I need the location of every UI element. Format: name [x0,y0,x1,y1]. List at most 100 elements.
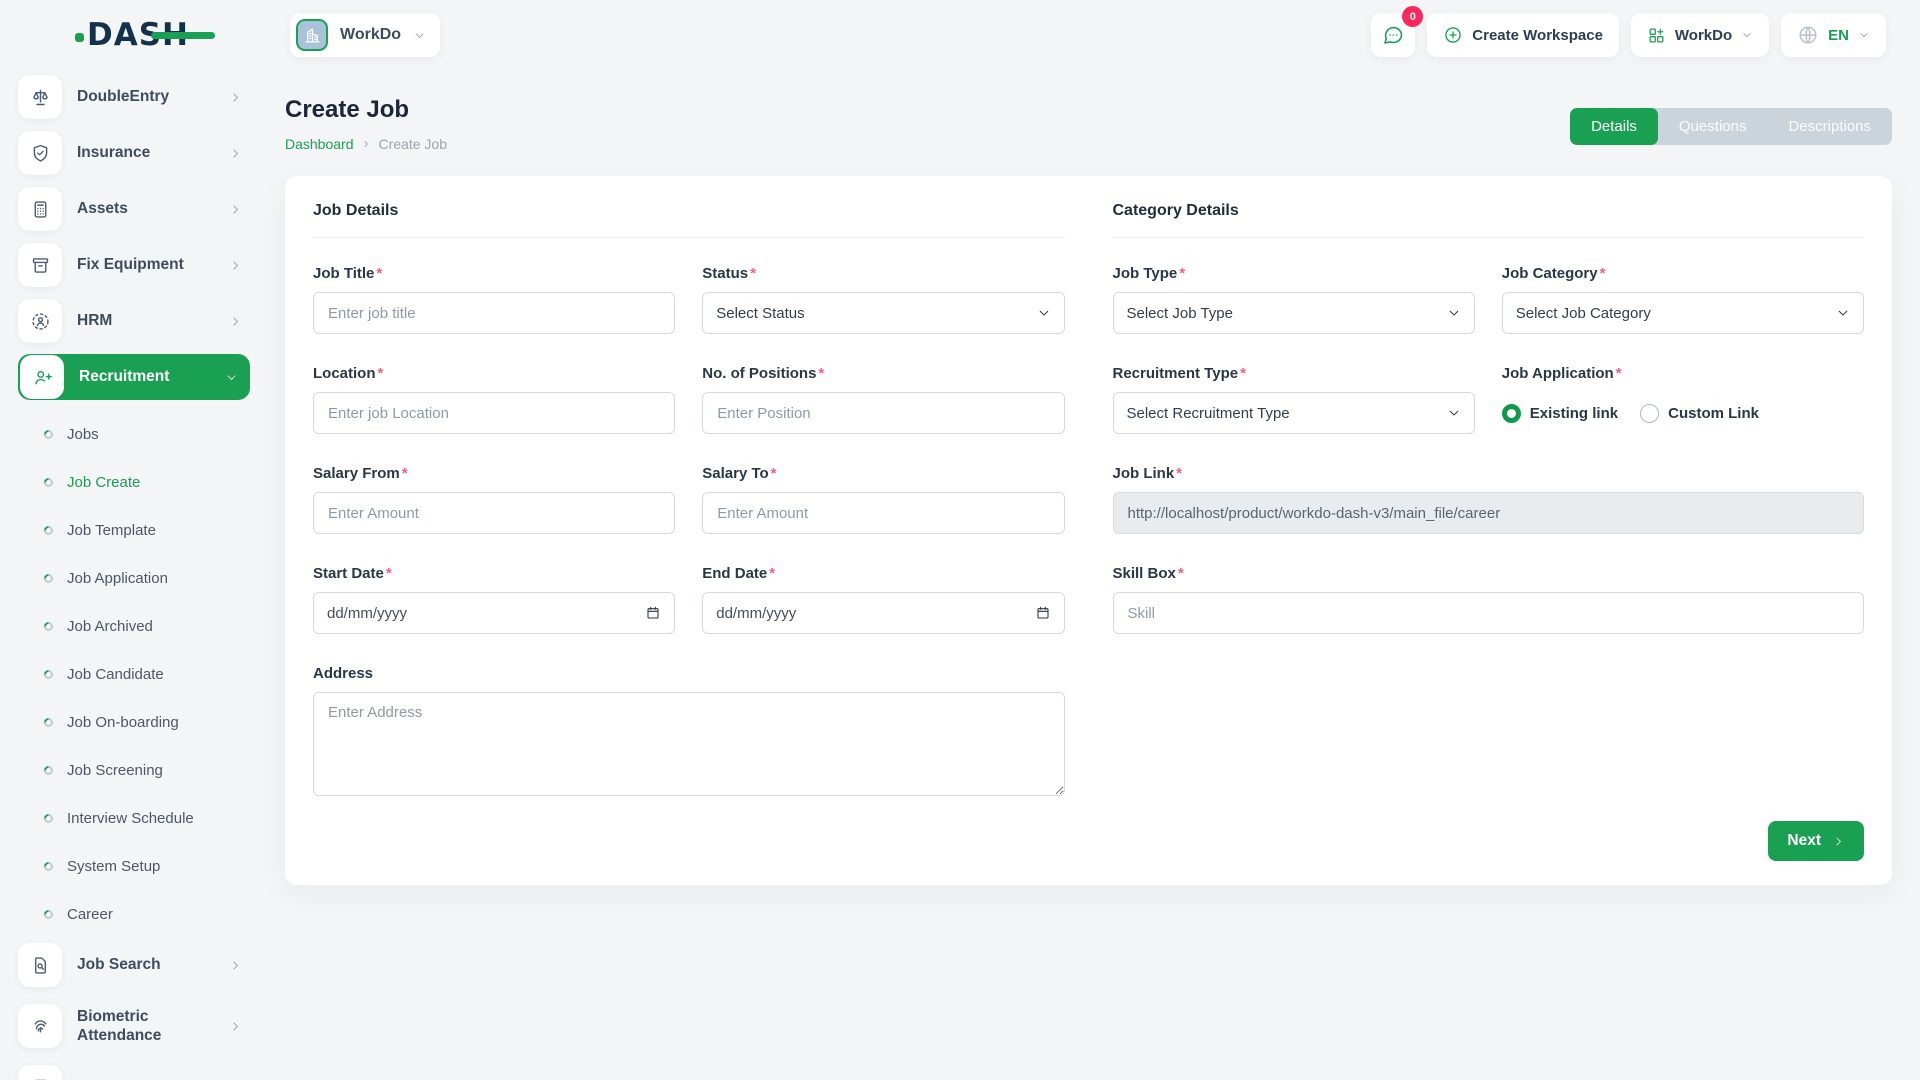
field-label: Recruitment Type [1113,365,1239,382]
bullet-icon [42,908,55,921]
sidebar-item-fix-equipment[interactable]: Fix Equipment [18,242,250,288]
dash-logo: DASH [75,15,189,55]
sidebar-item-job-archived[interactable]: Job Archived [18,602,250,650]
sidebar-item-job-screening[interactable]: Job Screening [18,746,250,794]
messages-badge: 0 [1402,6,1423,27]
sidebar-item-hrm[interactable]: HRM [18,298,250,344]
document-search-icon [18,943,62,987]
start-date-input[interactable]: dd/mm/yyyy [313,592,675,634]
job-details-section: Job Details Job Title* Status* Select St… [313,202,1065,859]
tab-questions[interactable]: Questions [1658,108,1768,145]
required-mark: * [376,265,382,282]
radio-custom-link[interactable]: Custom Link [1640,404,1759,423]
calendar-icon [1035,605,1051,621]
sidebar-item-jobs[interactable]: Jobs [18,410,250,458]
sidebar-item-procurement[interactable]: Procurement [18,1064,250,1080]
sidebar-item-doubleentry[interactable]: DoubleEntry [18,74,250,120]
chevron-right-icon [229,1020,242,1033]
workdo-menu-button[interactable]: WorkDo [1631,13,1769,57]
create-workspace-button[interactable]: Create Workspace [1427,13,1619,57]
bullet-icon [42,572,55,585]
shield-check-icon [18,131,62,175]
chevron-down-icon [1447,406,1461,420]
calendar-icon [645,605,661,621]
workspace-switcher[interactable]: WorkDo [290,13,440,57]
chevron-down-icon [1836,306,1850,320]
field-label: Job Link [1113,465,1175,482]
sidebar-item-job-candidate[interactable]: Job Candidate [18,650,250,698]
field-label: Location [313,365,376,382]
sidebar-item-biometric-attendance[interactable]: Biometric Attendance [18,998,250,1054]
chat-bubble-icon [1381,23,1405,47]
radio-existing-link[interactable]: Existing link [1502,404,1618,423]
field-address: Address [313,665,1065,796]
sidebar-item-job-onboarding[interactable]: Job On-boarding [18,698,250,746]
globe-icon [1797,24,1819,46]
calculator-icon [18,187,62,231]
job-application-options: Existing link Custom Link [1502,392,1864,434]
sidebar-item-job-search[interactable]: Job Search [18,942,250,988]
job-title-input[interactable] [313,292,675,334]
field-label: Start Date [313,565,384,582]
person-circle-icon [18,299,62,343]
sidebar-item-job-create[interactable]: Job Create [18,458,250,506]
sidebar-item-insurance[interactable]: Insurance [18,130,250,176]
breadcrumb-current: Create Job [379,136,447,152]
required-mark: * [1616,365,1622,382]
tab-descriptions[interactable]: Descriptions [1767,108,1892,145]
job-link-input[interactable] [1113,492,1865,534]
fingerprint-icon [18,1004,62,1048]
messages-button[interactable]: 0 [1371,13,1415,57]
sidebar-item-job-application[interactable]: Job Application [18,554,250,602]
field-salary-from: Salary From* [313,465,675,534]
recruitment-type-select[interactable]: Select Recruitment Type [1113,392,1475,434]
location-input[interactable] [313,392,675,434]
skill-input[interactable] [1113,592,1865,634]
section-title: Job Details [313,202,1065,238]
sidebar-item-system-setup[interactable]: System Setup [18,842,250,890]
required-mark: * [750,265,756,282]
sidebar-item-assets[interactable]: Assets [18,186,250,232]
sidebar-item-job-template[interactable]: Job Template [18,506,250,554]
section-title: Category Details [1113,202,1865,238]
address-textarea[interactable] [313,692,1065,796]
required-mark: * [1600,265,1606,282]
required-mark: * [1179,265,1185,282]
field-skill-box: Skill Box* [1113,565,1865,634]
grid-plus-icon [1647,26,1666,45]
field-label: Address [313,665,373,682]
field-label: Status [702,265,748,282]
building-icon [296,19,328,51]
chevron-right-icon [229,959,242,972]
chevron-down-icon [413,29,426,42]
salary-to-input[interactable] [702,492,1064,534]
field-job-type: Job Type* Select Job Type [1113,265,1475,334]
chevron-down-icon [1741,29,1753,41]
chevron-down-icon [225,371,238,384]
field-label: Salary From [313,465,400,482]
scale-icon [18,75,62,119]
salary-from-input[interactable] [313,492,675,534]
logo-dot-icon [75,33,84,42]
tab-details[interactable]: Details [1570,108,1658,145]
job-type-select[interactable]: Select Job Type [1113,292,1475,334]
positions-input[interactable] [702,392,1064,434]
required-mark: * [1178,565,1184,582]
breadcrumb-dashboard-link[interactable]: Dashboard [285,136,354,152]
status-select[interactable]: Select Status [702,292,1064,334]
workdo-menu-label: WorkDo [1675,27,1732,44]
required-mark: * [771,465,777,482]
chevron-right-icon [229,203,242,216]
language-button[interactable]: EN [1781,13,1886,57]
step-tabs: Details Questions Descriptions [1570,108,1892,145]
field-status: Status* Select Status [702,265,1064,334]
sidebar-item-career[interactable]: Career [18,890,250,938]
job-category-select[interactable]: Select Job Category [1502,292,1864,334]
field-job-link: Job Link* [1113,465,1865,534]
required-mark: * [378,365,384,382]
next-button[interactable]: Next [1768,821,1864,861]
sidebar-item-recruitment[interactable]: Recruitment [18,354,250,400]
sidebar-item-interview-schedule[interactable]: Interview Schedule [18,794,250,842]
main-content: Create Job Dashboard › Create Job Detail… [264,70,1920,1080]
end-date-input[interactable]: dd/mm/yyyy [702,592,1064,634]
